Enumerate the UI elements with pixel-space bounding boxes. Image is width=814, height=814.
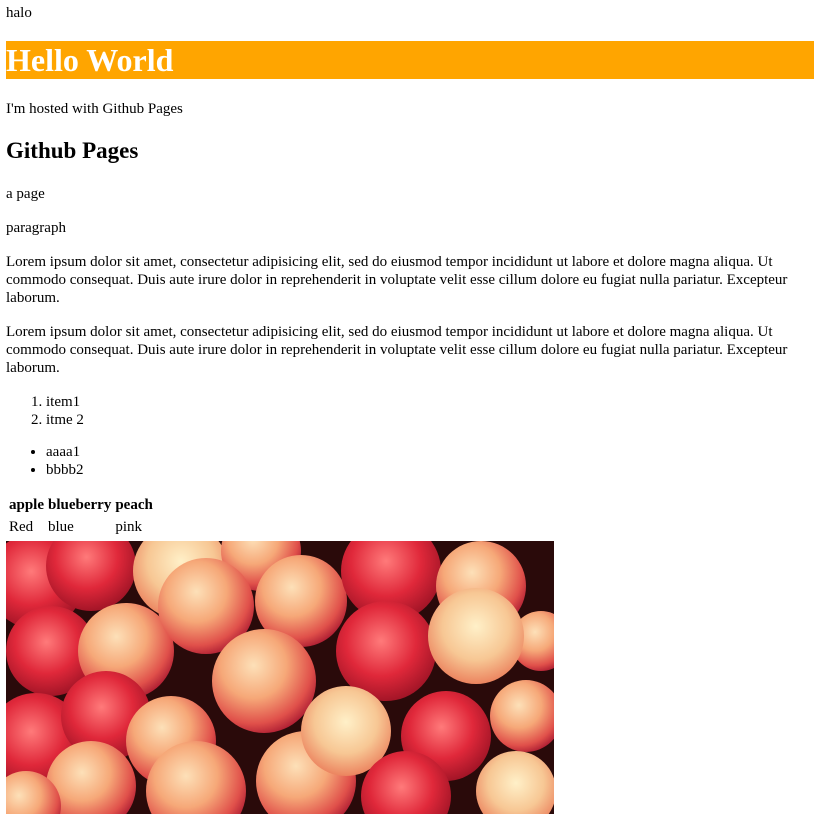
peach-fruit xyxy=(336,601,436,701)
lorem-paragraph-1: Lorem ipsum dolor sit amet, consectetur … xyxy=(6,253,814,307)
lorem-line: Lorem ipsum dolor sit amet, consectetur … xyxy=(6,324,773,340)
peaches-image xyxy=(6,541,554,814)
list-item: item1 xyxy=(46,393,814,411)
subtitle-text: a page xyxy=(6,186,45,202)
lorem-line: Lorem ipsum dolor sit amet, consectetur … xyxy=(6,254,773,270)
list-item: aaaa1 xyxy=(46,443,814,461)
lorem-line: commodo consequat. Duis aute irure dolor… xyxy=(6,342,788,358)
list-item: bbbb2 xyxy=(46,461,814,479)
peach-fruit xyxy=(428,588,524,684)
table-header-row: apple blueberry peach xyxy=(8,495,154,515)
hosted-text: I'm hosted with Github Pages xyxy=(6,101,183,117)
peaches-photo-icon xyxy=(6,541,554,814)
lorem-line: laborum. xyxy=(6,360,60,376)
peach-fruit xyxy=(212,629,316,733)
unordered-list: aaaa1 bbbb2 xyxy=(6,443,814,479)
table-cell: blue xyxy=(48,519,74,535)
halo-text: halo xyxy=(6,5,32,21)
page: halo Hello World I'm hosted with Github … xyxy=(6,0,814,814)
fruit-table: apple blueberry peach Red blue pink xyxy=(6,493,156,539)
lorem-line: laborum. xyxy=(6,290,60,306)
table-header-cell: apple xyxy=(9,497,45,513)
list-item: itme 2 xyxy=(46,411,814,429)
table-cell: Red xyxy=(9,519,34,535)
lorem-line: commodo consequat. Duis aute irure dolor… xyxy=(6,272,788,288)
table-header-cell: blueberry xyxy=(48,497,112,513)
table-header-cell: peach xyxy=(115,497,153,513)
hero-title: Hello World xyxy=(6,41,814,79)
paragraph-label: paragraph xyxy=(6,220,66,236)
lorem-paragraph-2: Lorem ipsum dolor sit amet, consectetur … xyxy=(6,323,814,377)
table-cell: pink xyxy=(115,519,143,535)
ordered-list: item1 itme 2 xyxy=(6,393,814,429)
section-heading: Github Pages xyxy=(6,138,139,163)
table-row: Red blue pink xyxy=(8,517,154,537)
